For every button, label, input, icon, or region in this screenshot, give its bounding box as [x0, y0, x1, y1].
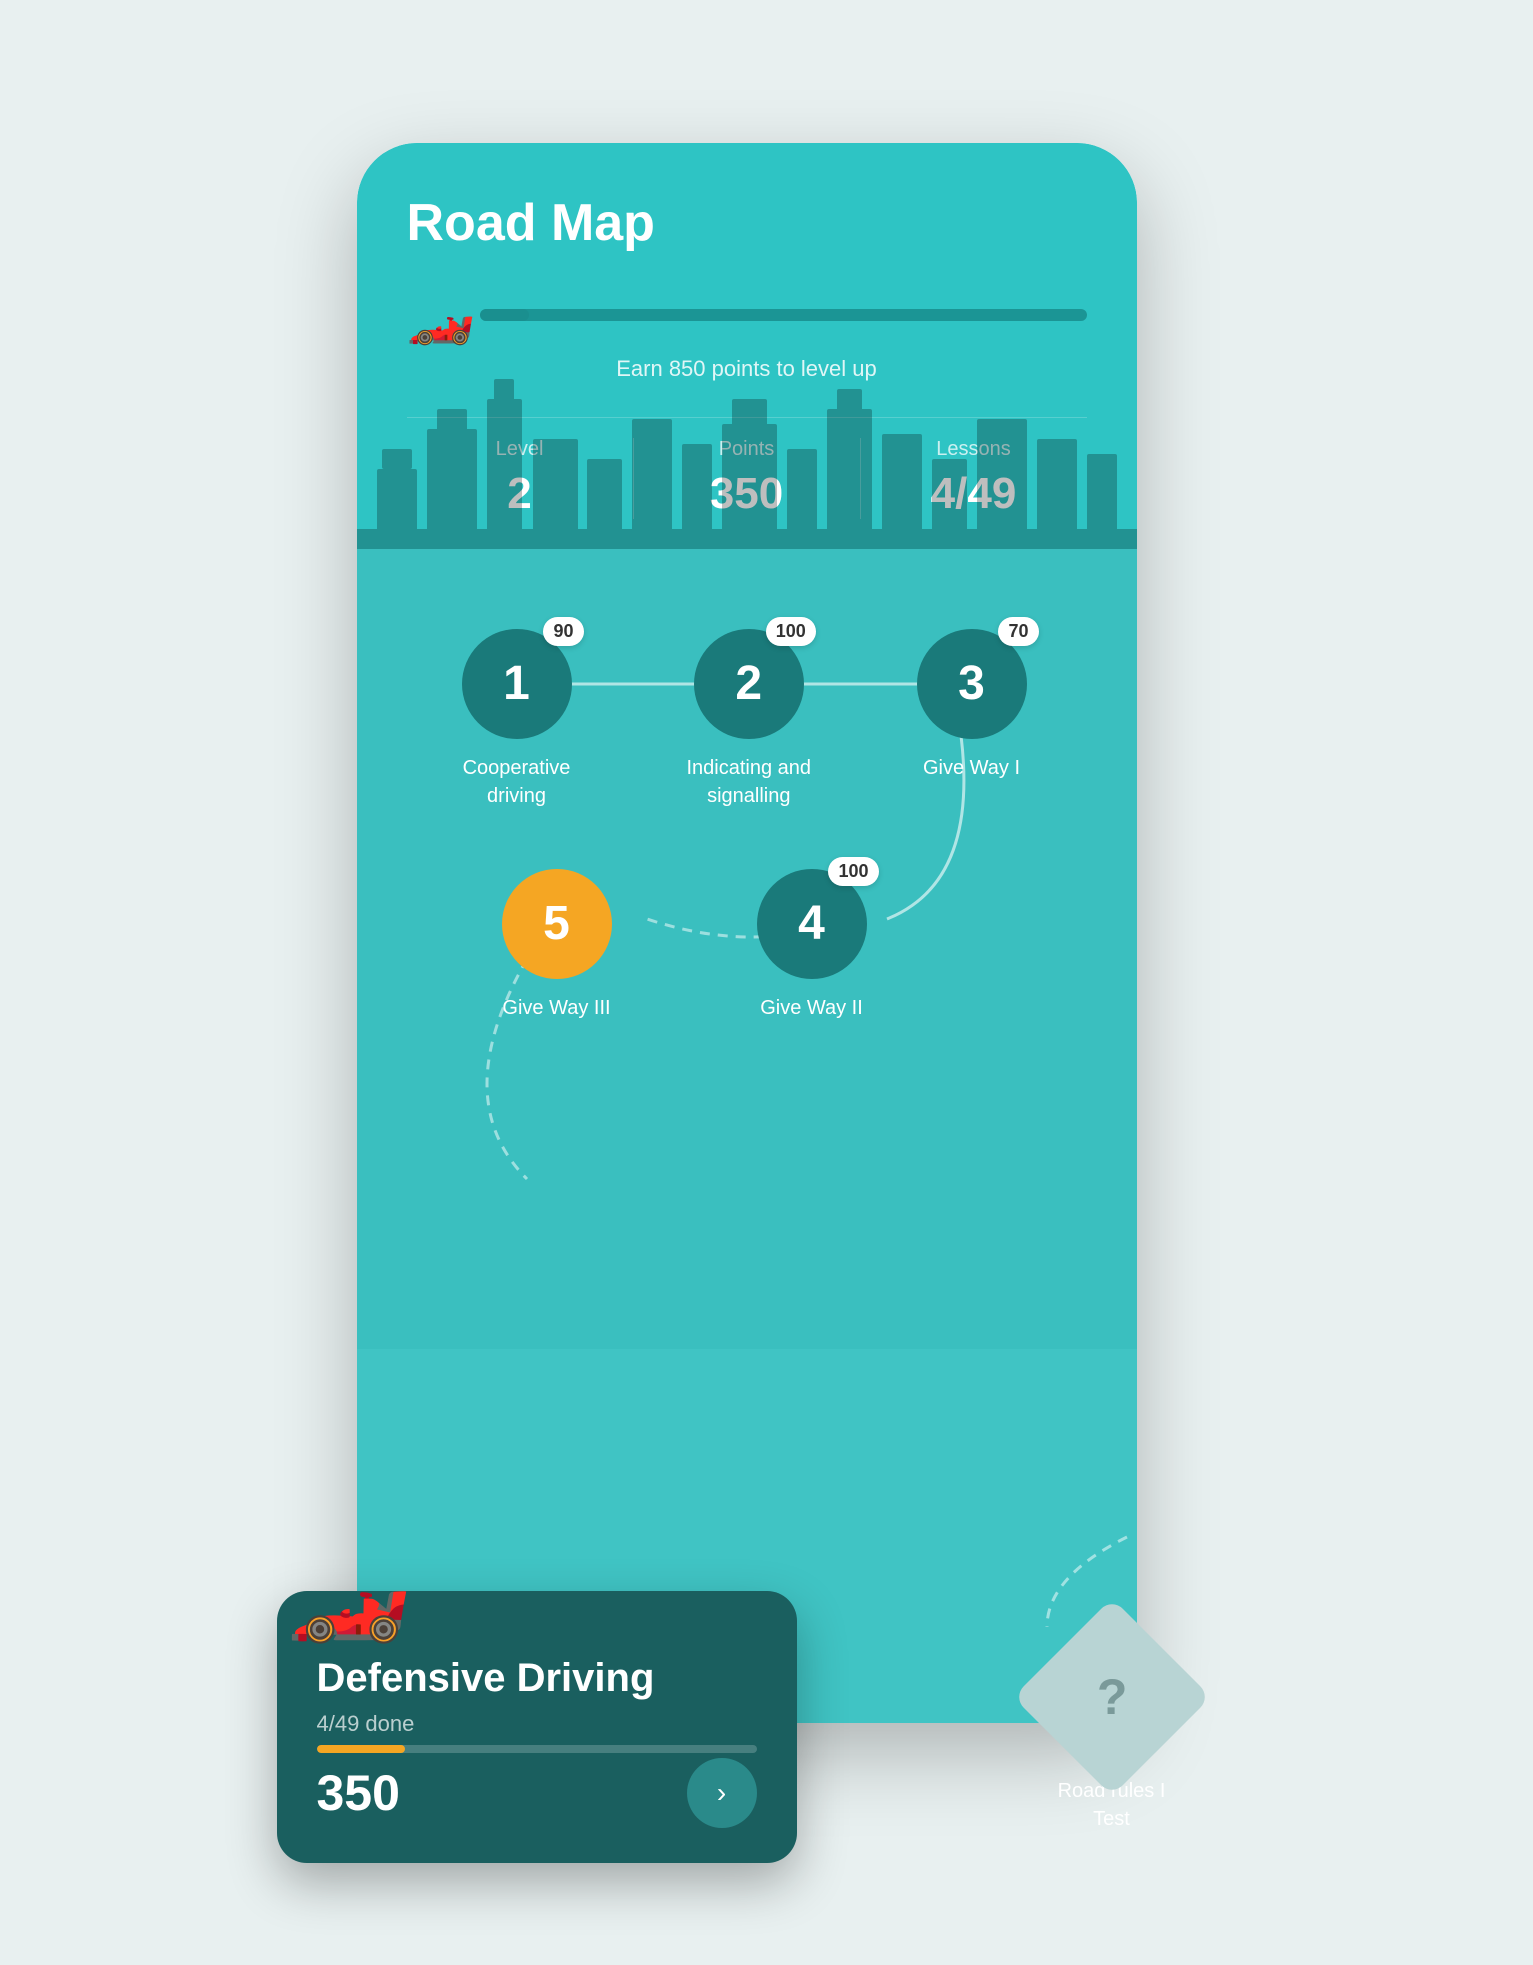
node-label-5: Give Way III — [502, 994, 610, 1022]
card-progress-fill — [317, 1745, 405, 1753]
progress-bar-fill — [480, 309, 529, 321]
card-title: Defensive Driving — [317, 1656, 757, 1701]
card-points: 350 — [317, 1764, 400, 1822]
roadmap-title: Road Map — [407, 193, 1087, 253]
node-label-4: Give Way II — [760, 994, 863, 1022]
bottom-card[interactable]: 🏎️ Defensive Driving 4/49 done 350 › — [277, 1591, 797, 1863]
node-2[interactable]: 2 100 Indicating andsignalling — [687, 629, 812, 810]
question-mark-icon: ? — [1096, 1667, 1127, 1725]
earn-points-text: Earn 850 points to level up — [407, 356, 1087, 382]
node-number-3: 3 — [958, 656, 985, 711]
roadmap-header: Road Map 🏎️ Earn 850 points to level up … — [357, 143, 1137, 549]
nodes-wrapper: 1 90 Cooperativedriving 2 100 Indicating… — [397, 599, 1097, 1299]
node-3[interactable]: 3 70 Give Way I — [917, 629, 1027, 782]
node-label-1: Cooperativedriving — [463, 754, 571, 810]
node-badge-1: 90 — [543, 617, 583, 646]
node-number-5: 5 — [543, 896, 570, 951]
phone-main: Road Map 🏎️ Earn 850 points to level up … — [357, 143, 1137, 1723]
node-circle-2[interactable]: 2 100 — [694, 629, 804, 739]
progress-section: 🏎️ Earn 850 points to level up — [407, 283, 1087, 382]
car-icon: 🏎️ — [407, 283, 475, 348]
card-car-icon: 🏎️ — [287, 1531, 412, 1648]
road-rules-card[interactable]: ? Road rules ITest — [997, 1627, 1227, 1833]
arrow-icon: › — [717, 1777, 726, 1809]
node-1[interactable]: 1 90 Cooperativedriving — [462, 629, 572, 810]
card-progress-bar — [317, 1745, 757, 1753]
node-number-4: 4 — [798, 896, 825, 951]
node-5[interactable]: 5 Give Way III — [502, 869, 612, 1022]
node-4[interactable]: 4 100 Give Way II — [757, 869, 867, 1022]
node-circle-5[interactable]: 5 — [502, 869, 612, 979]
card-arrow-button[interactable]: › — [687, 1758, 757, 1828]
node-number-1: 1 — [503, 656, 530, 711]
node-number-2: 2 — [735, 656, 762, 711]
node-badge-4: 100 — [828, 857, 878, 886]
node-badge-3: 70 — [998, 617, 1038, 646]
phone-screen: Road Map 🏎️ Earn 850 points to level up … — [357, 143, 1137, 1723]
node-badge-2: 100 — [766, 617, 816, 646]
node-circle-1[interactable]: 1 90 — [462, 629, 572, 739]
card-bottom-row: 350 › — [317, 1758, 757, 1828]
progress-bar-background — [480, 309, 1087, 321]
node-label-3: Give Way I — [923, 754, 1020, 782]
lesson-map: 1 90 Cooperativedriving 2 100 Indicating… — [357, 549, 1137, 1349]
road-rules-diamond[interactable]: ? — [1013, 1598, 1211, 1796]
car-container: 🏎️ — [407, 283, 1087, 348]
node-circle-4[interactable]: 4 100 — [757, 869, 867, 979]
node-circle-3[interactable]: 3 70 — [917, 629, 1027, 739]
device-wrapper: Road Map 🏎️ Earn 850 points to level up … — [277, 83, 1257, 1883]
node-label-2: Indicating andsignalling — [687, 754, 812, 810]
card-progress-text: 4/49 done — [317, 1711, 757, 1737]
